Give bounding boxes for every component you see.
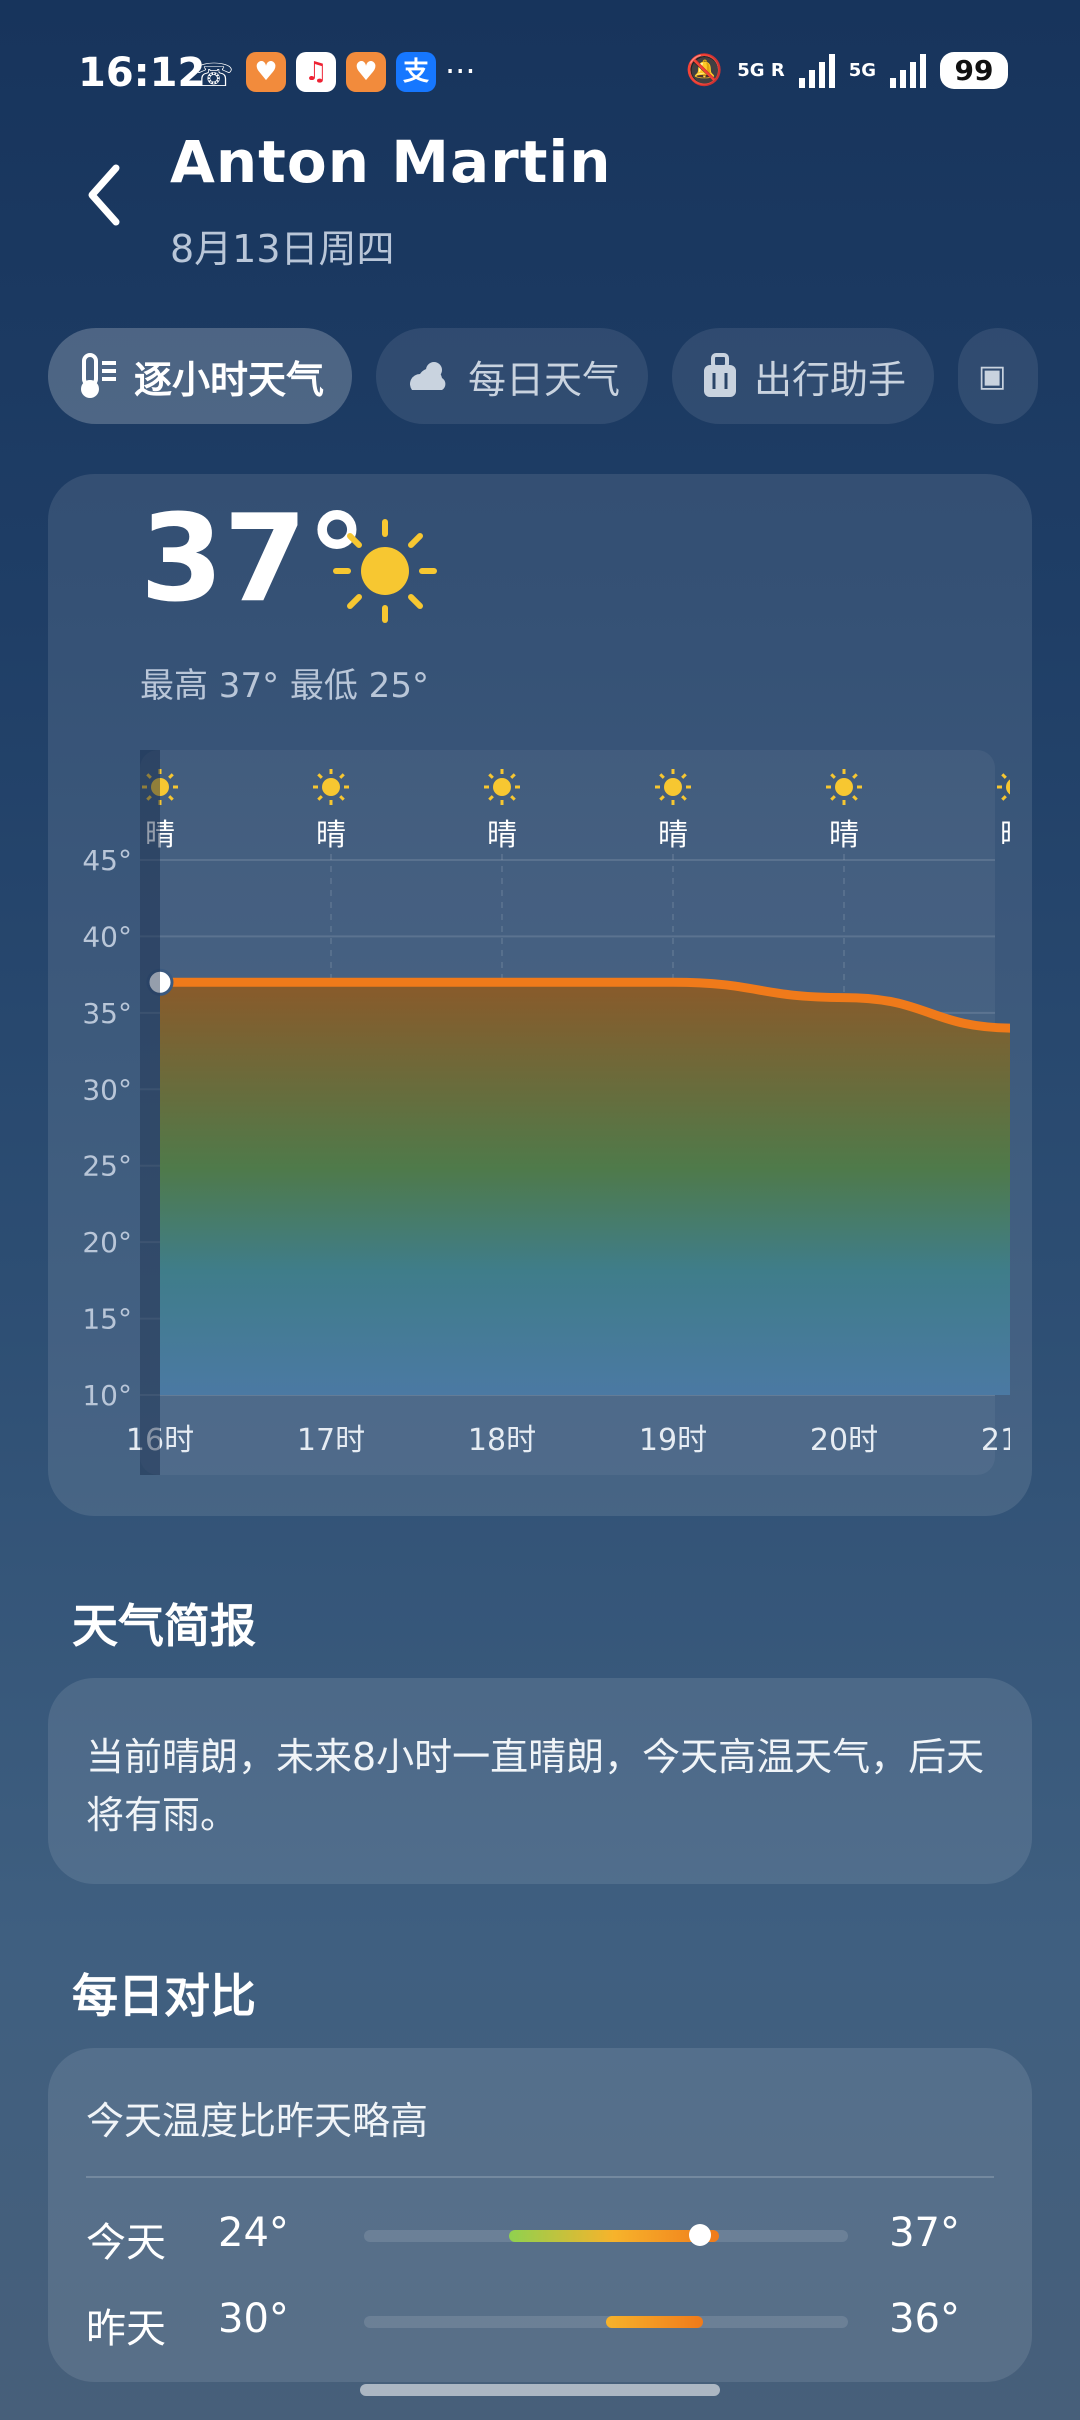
condition-label: 晴	[829, 818, 859, 853]
y-tick-label: 10°	[82, 1379, 132, 1412]
today-current-marker	[688, 2224, 711, 2246]
network-label-1: 5G R	[737, 60, 785, 81]
y-tick-label: 15°	[82, 1303, 132, 1336]
yesterday-range-track	[364, 2316, 848, 2328]
tab-daily-label: 每日天气	[468, 357, 621, 402]
more-notifications-icon: ···	[445, 52, 476, 90]
x-tick-label: 18时	[468, 1423, 536, 1458]
calendar-icon: ▣	[978, 358, 1007, 394]
today-label: 今天	[86, 2220, 166, 2266]
signal-icon-2	[890, 53, 926, 88]
y-tick-label: 35°	[82, 997, 132, 1030]
status-time: 16:12	[78, 50, 206, 96]
x-tick-label: 21时	[981, 1423, 1010, 1458]
condition-label: 晴	[658, 818, 688, 853]
condition-label: 晴	[316, 818, 346, 853]
x-tick-label: 19时	[639, 1423, 707, 1458]
yesterday-label: 昨天	[86, 2306, 166, 2352]
tab-travel[interactable]: 出行助手	[672, 328, 935, 424]
mute-icon: 🔕	[685, 53, 724, 88]
app-heart-icon: ♥	[246, 52, 286, 92]
x-tick-label: 20时	[810, 1423, 878, 1458]
x-tick-label: 17时	[297, 1423, 365, 1458]
alipay-icon: 支	[396, 52, 436, 92]
city-name: Anton Martin	[170, 128, 612, 196]
high-low-temperature: 最高 37° 最低 25°	[140, 666, 429, 706]
today-high: 37°	[889, 2210, 960, 2256]
sun-icon	[333, 519, 437, 623]
luggage-icon	[704, 353, 737, 397]
tab-bar: 逐小时天气 每日天气 出行助手 ▣	[48, 328, 1039, 424]
tab-more-partial[interactable]: ▣	[958, 328, 1039, 424]
compare-summary: 今天温度比昨天略高	[86, 2099, 429, 2143]
tab-hourly[interactable]: 逐小时天气	[48, 328, 353, 424]
back-button[interactable]	[80, 160, 130, 230]
app-heart-icon-2: ♥	[346, 52, 386, 92]
today-range-track	[364, 2224, 848, 2246]
signal-icon	[798, 53, 835, 88]
y-tick-label: 25°	[82, 1150, 132, 1183]
battery-indicator: 99	[940, 52, 1008, 89]
home-indicator[interactable]	[360, 2384, 720, 2396]
date-label: 8月13日周四	[170, 227, 395, 271]
tab-hourly-label: 逐小时天气	[134, 357, 325, 402]
compare-title: 每日对比	[72, 1969, 256, 2023]
brief-title: 天气简报	[72, 1599, 256, 1653]
hourly-temperature-chart[interactable]: 10°15°20°25°30°35°40°45° 16时晴17时晴18时晴19时…	[50, 745, 1010, 1485]
y-tick-label: 20°	[82, 1226, 132, 1259]
missed-call-icon: ☏	[194, 56, 235, 94]
y-tick-label: 40°	[82, 920, 132, 953]
today-range-fill	[509, 2230, 719, 2242]
tab-travel-label: 出行助手	[754, 357, 907, 402]
partly-cloudy-icon	[410, 362, 446, 390]
today-low: 24°	[218, 2210, 289, 2256]
condition-label: 晴	[487, 818, 517, 853]
tab-daily[interactable]: 每日天气	[376, 328, 649, 424]
thermometer-icon	[81, 353, 116, 398]
yesterday-high: 36°	[889, 2296, 960, 2342]
music-app-icon: ♫	[296, 52, 336, 92]
divider	[86, 2176, 994, 2178]
chevron-left-icon	[88, 164, 120, 226]
temperature-area	[160, 982, 1010, 1395]
network-label-2: 5G	[848, 60, 876, 81]
y-tick-label: 30°	[82, 1073, 132, 1106]
yesterday-low: 30°	[218, 2296, 289, 2342]
yesterday-range-fill	[606, 2316, 703, 2328]
brief-text: 当前晴朗，未来8小时一直晴朗，今天高温天气，后天将有雨。	[86, 1735, 985, 1837]
status-right: 🔕 5G R 5G 99	[686, 52, 1008, 89]
condition-label: 晴	[1000, 818, 1010, 853]
sun-icon	[997, 773, 1010, 801]
y-tick-label: 45°	[82, 844, 132, 877]
